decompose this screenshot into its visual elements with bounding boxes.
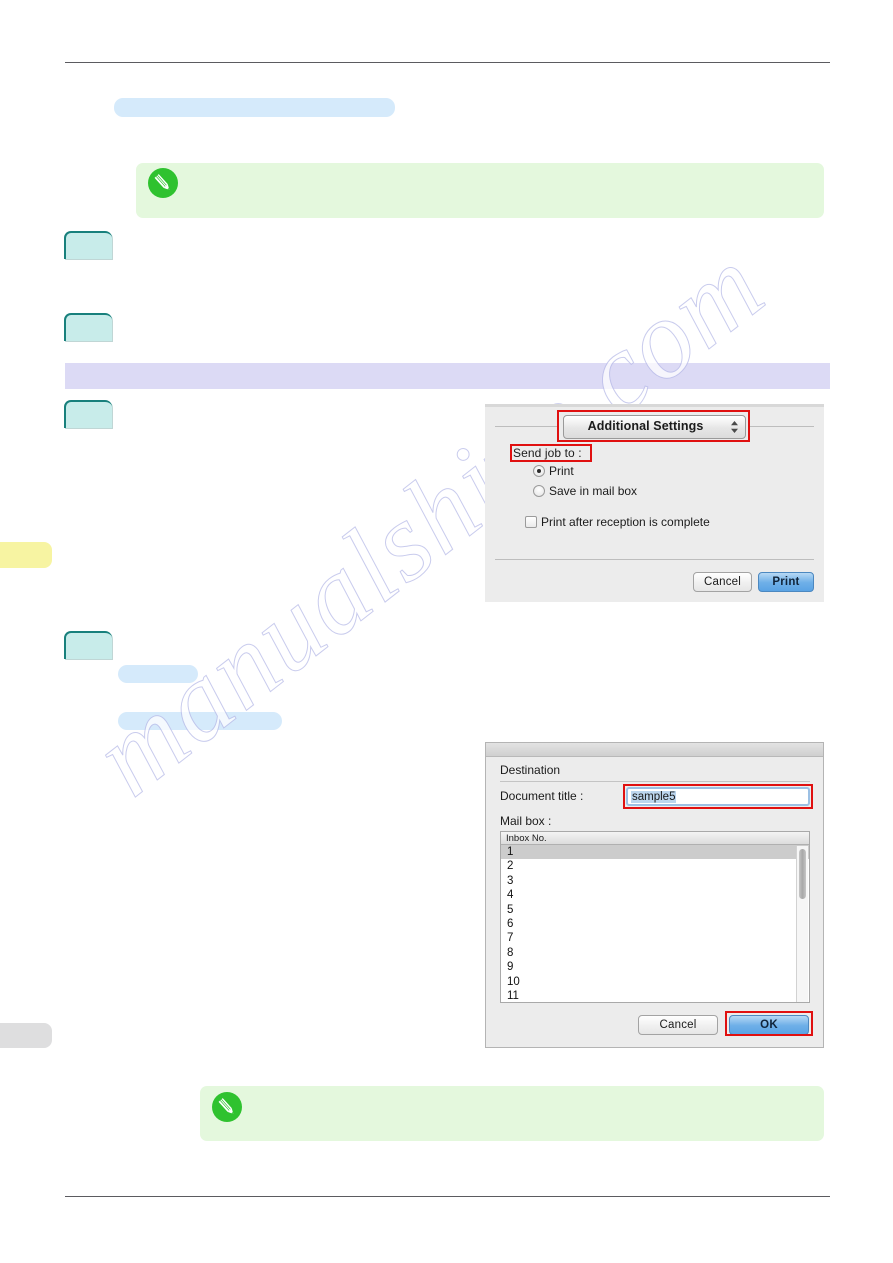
list-item[interactable]: 9 — [501, 960, 809, 974]
checkbox-label: Print after reception is complete — [541, 515, 710, 529]
pencil-note-icon — [212, 1092, 242, 1122]
checkbox-print-after-reception[interactable]: Print after reception is complete — [525, 515, 710, 529]
radio-dot-icon — [533, 485, 545, 497]
section-banner — [65, 363, 830, 389]
dialog-title-bar[interactable] — [486, 743, 823, 757]
additional-settings-popup[interactable]: Additional Settings — [563, 415, 746, 439]
radio-print-label: Print — [549, 464, 574, 478]
send-job-to-label: Send job to : — [513, 446, 582, 460]
popup-divider-left — [495, 426, 557, 427]
list-item[interactable]: 3 — [501, 874, 809, 888]
pencil-note-icon — [148, 168, 178, 198]
list-item[interactable]: 2 — [501, 859, 809, 873]
list-item[interactable]: 4 — [501, 888, 809, 902]
destination-divider — [500, 781, 810, 782]
redacted-small-pill — [118, 665, 198, 683]
list-item[interactable]: 10 — [501, 975, 809, 989]
additional-settings-label: Additional Settings — [587, 419, 704, 433]
list-item[interactable]: 1 — [501, 845, 809, 860]
cancel-button[interactable]: Cancel — [693, 572, 752, 592]
cancel-button[interactable]: Cancel — [638, 1015, 718, 1035]
note-box-bottom — [200, 1086, 824, 1141]
popup-divider-right — [750, 426, 814, 427]
radio-dot-icon — [533, 465, 545, 477]
step-marker-3 — [64, 400, 112, 428]
print-settings-dialog: Additional Settings Send job to : Print … — [485, 404, 824, 602]
ok-button[interactable]: OK — [729, 1015, 809, 1035]
radio-print[interactable]: Print — [533, 464, 574, 478]
redacted-heading-pill — [114, 98, 395, 117]
document-title-input[interactable]: sample5 — [626, 787, 810, 806]
radio-save-label: Save in mail box — [549, 484, 638, 498]
redacted-medium-pill — [118, 712, 282, 730]
chevron-updown-icon — [730, 420, 739, 434]
destination-dialog: Destination Document title : sample5 Mai… — [485, 742, 824, 1048]
mail-box-scrollbar[interactable] — [796, 846, 808, 1002]
list-item[interactable]: 11 — [501, 989, 809, 1002]
document-title-label: Document title : — [500, 789, 584, 803]
dialog-footer-divider — [495, 559, 814, 560]
mail-box-label: Mail box : — [500, 814, 552, 828]
list-item[interactable]: 5 — [501, 903, 809, 917]
header-rule — [65, 62, 830, 63]
step-marker-4 — [64, 631, 112, 659]
scrollbar-thumb[interactable] — [799, 849, 806, 899]
step-marker-2 — [64, 313, 112, 341]
step-marker-1 — [64, 231, 112, 259]
mail-box-rows: 1 2 3 4 5 6 7 8 9 10 11 — [501, 845, 809, 1002]
print-button[interactable]: Print — [758, 572, 814, 592]
list-item[interactable]: 7 — [501, 931, 809, 945]
checkbox-icon — [525, 516, 537, 528]
note-box-top — [136, 163, 824, 218]
document-title-value: sample5 — [631, 791, 677, 803]
margin-tab-yellow[interactable] — [0, 542, 52, 568]
footer-rule — [65, 1196, 830, 1197]
destination-group-label: Destination — [500, 763, 561, 777]
margin-tab-gray[interactable] — [0, 1023, 52, 1048]
radio-save-in-mail-box[interactable]: Save in mail box — [533, 484, 637, 498]
list-item[interactable]: 8 — [501, 946, 809, 960]
list-item[interactable]: 6 — [501, 917, 809, 931]
mail-box-list[interactable]: Inbox No. 1 2 3 4 5 6 7 8 9 10 11 — [500, 831, 810, 1003]
inbox-no-column-header[interactable]: Inbox No. — [501, 832, 809, 845]
dialog-top-strip — [485, 404, 824, 407]
